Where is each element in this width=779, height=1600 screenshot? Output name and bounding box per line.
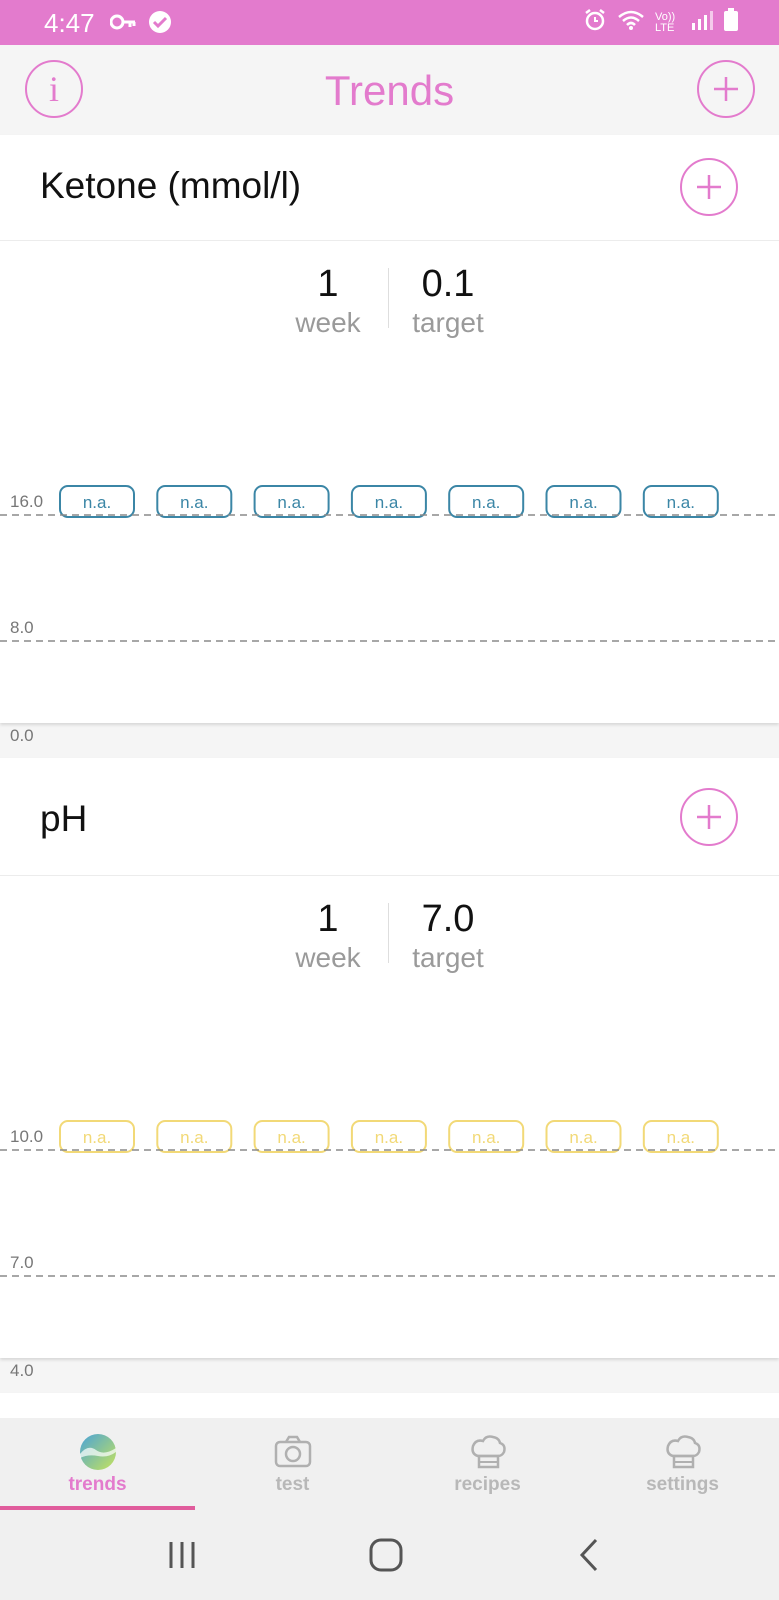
chef-hat-icon [666, 1435, 701, 1469]
y-tick-label: 4.0 [10, 1361, 34, 1380]
app-bar: i Trends [0, 45, 779, 133]
value-badge-label: n.a. [277, 1128, 305, 1147]
add-button[interactable] [697, 60, 755, 118]
value-badge-label: n.a. [569, 1128, 597, 1147]
value-badge-label: n.a. [83, 1128, 111, 1147]
ph-card: pH 1 week 7.0 target n.a. n.a. n.a. n.a. n.a… [0, 758, 779, 1428]
page-title: Trends [324, 67, 455, 114]
y-tick-label: 8.0 [10, 618, 34, 637]
status-time: 4:47 [44, 8, 95, 38]
bottom-tab-bar: trends test recipes settings [0, 1418, 779, 1510]
add-ph-button[interactable] [680, 788, 738, 846]
network-label: Vo)) LTE [655, 11, 676, 34]
alarm-icon [583, 8, 607, 38]
value-badge-label: n.a. [472, 1128, 500, 1147]
key-icon [109, 14, 136, 35]
ketone-chart: n.a.n.a.n.a.n.a.n.a.n.a.n.a.16.08.00.005… [0, 355, 779, 793]
y-tick-label: 0.0 [10, 726, 34, 745]
period-value[interactable]: 1 [268, 898, 388, 941]
value-badge-label: n.a. [375, 493, 403, 512]
summary: 1 week 7.0 target [0, 898, 779, 978]
trends-icon [80, 1434, 116, 1470]
plus-icon [697, 175, 721, 199]
value-badge-label: n.a. [277, 493, 305, 512]
tab-label: settings [646, 1474, 719, 1495]
signal-icon [691, 9, 713, 37]
tab-settings[interactable]: settings [585, 1418, 779, 1510]
tab-label: test [275, 1474, 310, 1495]
status-bar: 4:47 Vo)) LTE [0, 0, 779, 45]
home-icon[interactable] [356, 1532, 416, 1578]
period-value[interactable]: 1 [268, 263, 388, 306]
target-label[interactable]: target [388, 942, 508, 974]
add-ketone-button[interactable] [680, 158, 738, 216]
target-value[interactable]: 0.1 [388, 263, 508, 306]
value-badge-label: n.a. [375, 1128, 403, 1147]
tab-test[interactable]: test [195, 1418, 390, 1510]
ketone-card: Ketone (mmol/l) 1 week 0.1 target n.a. n.… [0, 135, 779, 793]
wifi-icon [617, 9, 645, 37]
camera-icon [274, 1435, 312, 1468]
target-label[interactable]: target [388, 307, 508, 339]
plus-icon [714, 77, 738, 101]
value-badge-label: n.a. [83, 493, 111, 512]
value-badge-label: n.a. [180, 493, 208, 512]
value-badge-label: n.a. [472, 493, 500, 512]
value-badge-label: n.a. [569, 493, 597, 512]
summary: 1 week 0.1 target [0, 263, 779, 343]
tab-label: trends [68, 1474, 127, 1495]
tab-label: recipes [454, 1474, 521, 1495]
value-badge-label: n.a. [180, 1128, 208, 1147]
system-nav-bar [0, 1510, 779, 1600]
y-tick-label: 16.0 [10, 492, 43, 511]
period-label[interactable]: week [268, 942, 388, 974]
value-badge-label: n.a. [667, 1128, 695, 1147]
check-circle-icon [148, 10, 172, 39]
plus-icon [697, 805, 721, 829]
battery-icon [723, 8, 739, 38]
chef-hat-icon [471, 1435, 506, 1469]
ph-chart: n.a.n.a.n.a.n.a.n.a.n.a.n.a.10.07.04.005… [0, 990, 779, 1428]
card-header: pH [0, 758, 779, 876]
y-tick-label: 7.0 [10, 1253, 34, 1272]
y-tick-label: 10.0 [10, 1127, 43, 1146]
value-badge-label: n.a. [667, 493, 695, 512]
back-icon[interactable] [560, 1532, 620, 1578]
tab-trends[interactable]: trends [0, 1418, 195, 1510]
card-header: Ketone (mmol/l) [0, 135, 779, 241]
target-value[interactable]: 7.0 [388, 898, 508, 941]
period-label[interactable]: week [268, 307, 388, 339]
recents-icon[interactable] [152, 1532, 212, 1578]
card-title: pH [40, 798, 88, 839]
tab-recipes[interactable]: recipes [390, 1418, 585, 1510]
card-title: Ketone (mmol/l) [40, 165, 302, 206]
